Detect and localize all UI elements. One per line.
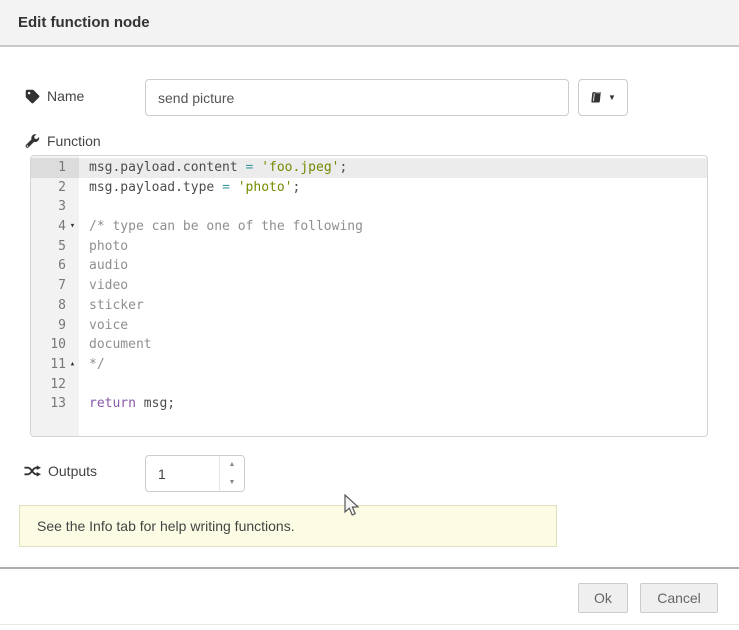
- code-line[interactable]: 13return msg;: [31, 394, 707, 414]
- fold-end-icon[interactable]: ▴: [66, 355, 79, 375]
- code-line[interactable]: 7video: [31, 276, 707, 296]
- dialog-bottom-edge: [0, 624, 739, 625]
- caret-down-icon: ▼: [608, 94, 616, 102]
- code-line[interactable]: 9voice: [31, 316, 707, 336]
- code-text: msg.payload.content = 'foo.jpeg';: [79, 158, 707, 178]
- dialog-title: Edit function node: [18, 14, 150, 31]
- name-label: Name: [25, 88, 84, 104]
- code-line[interactable]: 11▴*/: [31, 355, 707, 375]
- line-number: 4▾: [31, 217, 79, 237]
- code-line[interactable]: 8sticker: [31, 296, 707, 316]
- line-number: 9: [31, 316, 79, 336]
- info-tip-text: See the Info tab for help writing functi…: [37, 518, 295, 534]
- code-text: /* type can be one of the following: [79, 217, 707, 237]
- code-text: [79, 375, 707, 395]
- book-icon: [590, 91, 603, 104]
- wrench-icon: [25, 134, 40, 149]
- code-line[interactable]: 4▾/* type can be one of the following: [31, 217, 707, 237]
- name-input[interactable]: [145, 79, 569, 116]
- outputs-value[interactable]: 1: [146, 456, 219, 491]
- code-line[interactable]: 1msg.payload.content = 'foo.jpeg';: [31, 158, 707, 178]
- fold-start-icon[interactable]: ▾: [66, 217, 79, 237]
- tag-icon: [25, 89, 40, 104]
- line-number: 7: [31, 276, 79, 296]
- spinner-buttons: ▲ ▼: [219, 456, 244, 491]
- spinner-down-icon[interactable]: ▼: [220, 474, 244, 492]
- code-line[interactable]: 10document: [31, 335, 707, 355]
- footer-divider: [0, 567, 739, 569]
- code-line[interactable]: 2msg.payload.type = 'photo';: [31, 178, 707, 198]
- function-label: Function: [25, 133, 101, 149]
- line-number: 1: [31, 158, 79, 178]
- code-line[interactable]: 6audio: [31, 256, 707, 276]
- ok-button[interactable]: Ok: [578, 583, 628, 613]
- line-number: 11▴: [31, 355, 79, 375]
- line-number: 6: [31, 256, 79, 276]
- code-text: audio: [79, 256, 707, 276]
- code-line[interactable]: 3: [31, 197, 707, 217]
- code-line[interactable]: 5photo: [31, 237, 707, 257]
- code-text: photo: [79, 237, 707, 257]
- code-line[interactable]: 12: [31, 375, 707, 395]
- code-lines: 1msg.payload.content = 'foo.jpeg';2msg.p…: [31, 158, 707, 414]
- line-number: 5: [31, 237, 79, 257]
- code-text: */: [79, 355, 707, 375]
- code-text: sticker: [79, 296, 707, 316]
- line-number: 8: [31, 296, 79, 316]
- code-text: voice: [79, 316, 707, 336]
- code-text: msg.payload.type = 'photo';: [79, 178, 707, 198]
- shuffle-icon: [24, 464, 41, 478]
- line-number: 10: [31, 335, 79, 355]
- line-number: 2: [31, 178, 79, 198]
- line-number: 12: [31, 375, 79, 395]
- code-text: document: [79, 335, 707, 355]
- code-text: return msg;: [79, 394, 707, 414]
- code-text: video: [79, 276, 707, 296]
- line-number: 3: [31, 197, 79, 217]
- function-code-editor[interactable]: 1msg.payload.content = 'foo.jpeg';2msg.p…: [30, 155, 708, 437]
- spinner-up-icon[interactable]: ▲: [220, 456, 244, 474]
- cancel-button[interactable]: Cancel: [640, 583, 718, 613]
- info-tip: See the Info tab for help writing functi…: [19, 505, 557, 547]
- dialog-header: Edit function node: [0, 0, 739, 47]
- code-text: [79, 197, 707, 217]
- line-number: 13: [31, 394, 79, 414]
- library-button[interactable]: ▼: [578, 79, 628, 116]
- outputs-spinner[interactable]: 1 ▲ ▼: [145, 455, 245, 492]
- outputs-label: Outputs: [24, 463, 97, 479]
